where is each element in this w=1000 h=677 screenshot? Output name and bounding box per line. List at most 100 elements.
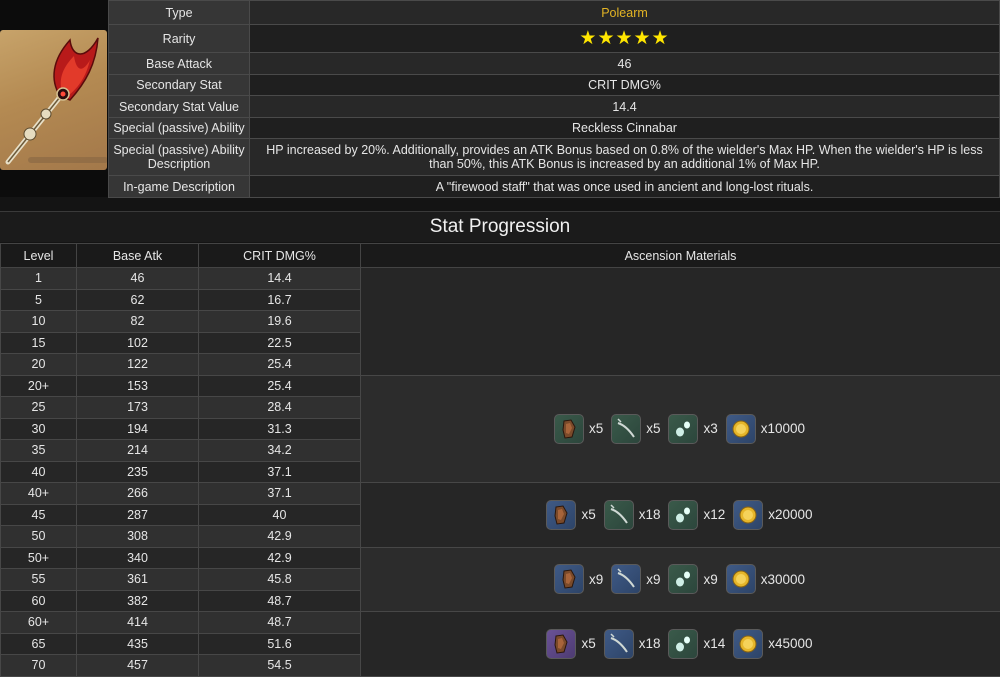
- cell-base-atk: 457: [77, 655, 199, 677]
- cell-level: 50+: [1, 547, 77, 569]
- mora-coin-icon[interactable]: [726, 414, 756, 444]
- relic-fragment-icon[interactable]: [546, 629, 576, 659]
- cell-level: 5: [1, 289, 77, 311]
- material-item[interactable]: x10000: [726, 414, 805, 444]
- slime-drop-icon[interactable]: [668, 414, 698, 444]
- ascension-materials-list: x9 x9 x9 x30000: [361, 564, 1000, 594]
- header-crit-dmg: CRIT DMG%: [199, 244, 361, 268]
- info-label: Type: [109, 1, 250, 25]
- header-base-atk: Base Atk: [77, 244, 199, 268]
- info-label: Rarity: [109, 25, 250, 53]
- claw-material-icon[interactable]: [611, 414, 641, 444]
- relic-fragment-icon[interactable]: [546, 500, 576, 530]
- material-item[interactable]: x9: [668, 564, 717, 594]
- material-quantity: x10000: [761, 421, 805, 436]
- secondary-stat-number: 14.4: [250, 96, 1000, 118]
- material-quantity: x5: [646, 421, 660, 436]
- header-ascension-materials: Ascension Materials: [361, 244, 1000, 268]
- material-item[interactable]: x45000: [733, 629, 812, 659]
- polearm-weapon-icon: [0, 30, 107, 170]
- material-item[interactable]: x18: [604, 500, 661, 530]
- claw-material-icon[interactable]: [604, 629, 634, 659]
- cell-base-atk: 266: [77, 483, 199, 505]
- cell-crit-dmg: 48.7: [199, 590, 361, 612]
- cell-crit-dmg: 19.6: [199, 311, 361, 333]
- cell-base-atk: 361: [77, 569, 199, 591]
- slime-drop-icon[interactable]: [668, 629, 698, 659]
- material-item[interactable]: x18: [604, 629, 661, 659]
- material-item[interactable]: x12: [668, 500, 725, 530]
- cell-crit-dmg: 37.1: [199, 461, 361, 483]
- cell-base-atk: 308: [77, 526, 199, 548]
- slime-drop-icon[interactable]: [668, 564, 698, 594]
- progression-row: 20+15325.4x5x5x3x10000: [1, 375, 1000, 397]
- material-quantity: x9: [703, 572, 717, 587]
- cell-level: 60: [1, 590, 77, 612]
- cell-level: 40+: [1, 483, 77, 505]
- ingame-description: A "firewood staff" that was once used in…: [250, 176, 1000, 198]
- header-level: Level: [1, 244, 77, 268]
- mora-coin-icon[interactable]: [733, 629, 763, 659]
- cell-crit-dmg: 22.5: [199, 332, 361, 354]
- material-item[interactable]: x5: [554, 414, 603, 444]
- ascension-materials-list: x5 x18 x12 x20000: [361, 500, 1000, 530]
- weapon-info-panel: Type Polearm Rarity ★★★★★ Base Attack 46…: [0, 0, 1000, 197]
- info-row-passive-description: Special (passive) Ability Description HP…: [109, 139, 1000, 176]
- material-item[interactable]: x30000: [726, 564, 805, 594]
- material-item[interactable]: x9: [611, 564, 660, 594]
- cell-crit-dmg: 14.4: [199, 268, 361, 290]
- material-quantity: x18: [639, 636, 661, 651]
- passive-ability-name: Reckless Cinnabar: [250, 118, 1000, 139]
- cell-level: 60+: [1, 612, 77, 634]
- material-item[interactable]: x5: [546, 500, 595, 530]
- material-quantity: x3: [703, 421, 717, 436]
- cell-level: 50: [1, 526, 77, 548]
- cell-crit-dmg: 40: [199, 504, 361, 526]
- material-item[interactable]: x5: [611, 414, 660, 444]
- material-quantity: x5: [589, 421, 603, 436]
- relic-fragment-icon[interactable]: [554, 414, 584, 444]
- weapon-type-value: Polearm: [250, 1, 1000, 25]
- material-quantity: x9: [589, 572, 603, 587]
- cell-crit-dmg: 51.6: [199, 633, 361, 655]
- material-item[interactable]: x20000: [733, 500, 812, 530]
- cell-level: 55: [1, 569, 77, 591]
- material-item[interactable]: x9: [554, 564, 603, 594]
- material-quantity: x45000: [768, 636, 812, 651]
- material-quantity: x18: [639, 507, 661, 522]
- ascension-materials-list: x5 x18 x14 x45000: [361, 629, 1000, 659]
- material-quantity: x20000: [768, 507, 812, 522]
- cell-crit-dmg: 54.5: [199, 655, 361, 677]
- info-row-rarity: Rarity ★★★★★: [109, 25, 1000, 53]
- weapon-info-table: Type Polearm Rarity ★★★★★ Base Attack 46…: [108, 0, 1000, 198]
- weapon-image: [0, 30, 107, 170]
- ascension-materials-cell: x5 x5 x3 x10000: [361, 375, 1000, 483]
- cell-base-atk: 153: [77, 375, 199, 397]
- cell-level: 45: [1, 504, 77, 526]
- claw-material-icon[interactable]: [611, 564, 641, 594]
- material-item[interactable]: x3: [668, 414, 717, 444]
- material-item[interactable]: x5: [546, 629, 595, 659]
- cell-level: 20+: [1, 375, 77, 397]
- slime-drop-icon[interactable]: [668, 500, 698, 530]
- claw-material-icon[interactable]: [604, 500, 634, 530]
- cell-level: 15: [1, 332, 77, 354]
- mora-coin-icon[interactable]: [733, 500, 763, 530]
- cell-crit-dmg: 37.1: [199, 483, 361, 505]
- relic-fragment-icon[interactable]: [554, 564, 584, 594]
- progression-row: 60+41448.7x5x18x14x45000: [1, 612, 1000, 634]
- material-quantity: x5: [581, 507, 595, 522]
- info-label: Secondary Stat: [109, 75, 250, 96]
- material-item[interactable]: x14: [668, 629, 725, 659]
- cell-crit-dmg: 42.9: [199, 547, 361, 569]
- cell-level: 35: [1, 440, 77, 462]
- cell-crit-dmg: 48.7: [199, 612, 361, 634]
- secondary-stat-value: CRIT DMG%: [250, 75, 1000, 96]
- cell-base-atk: 287: [77, 504, 199, 526]
- info-label: Special (passive) Ability: [109, 118, 250, 139]
- mora-coin-icon[interactable]: [726, 564, 756, 594]
- ascension-materials-cell: x5 x18 x12 x20000: [361, 483, 1000, 548]
- progression-row: 14614.4: [1, 268, 1000, 290]
- cell-base-atk: 235: [77, 461, 199, 483]
- cell-level: 40: [1, 461, 77, 483]
